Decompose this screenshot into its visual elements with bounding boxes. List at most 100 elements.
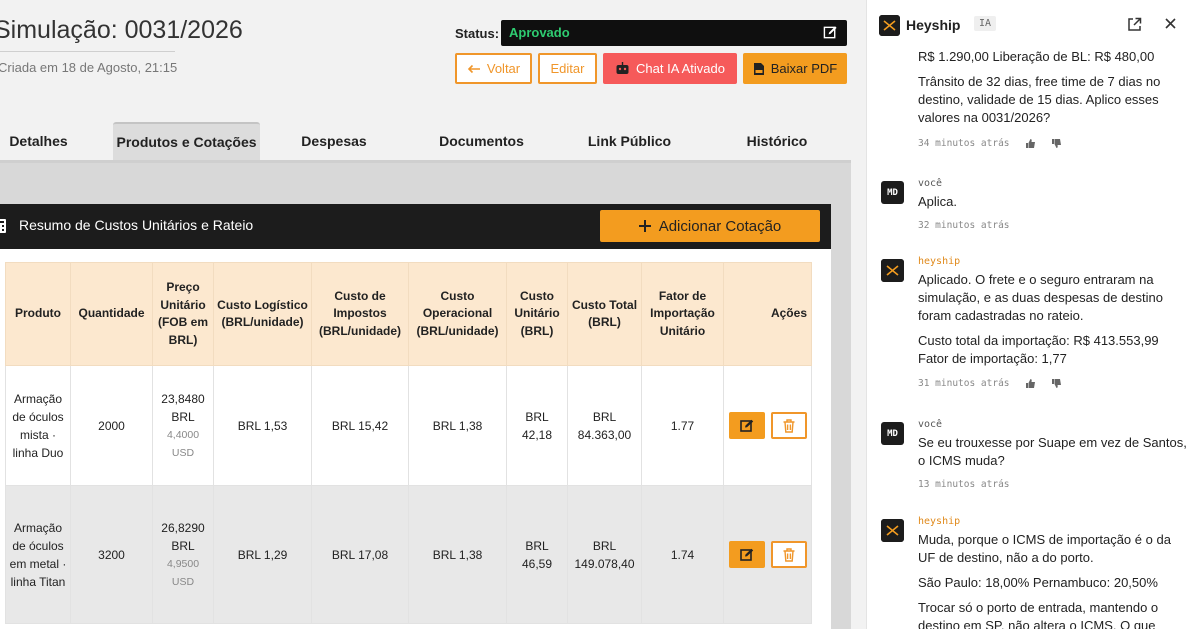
cell-actions (723, 365, 812, 486)
back-button-label: Voltar (486, 61, 521, 76)
thumbs-up-icon[interactable] (1025, 138, 1036, 149)
cell-product: Armação de óculos em metal · linha Titan (5, 485, 71, 624)
arrow-left-icon (467, 64, 480, 73)
tab-despesas[interactable]: Despesas (284, 122, 384, 160)
cell-actions (723, 485, 812, 624)
cell-quantity: 2000 (70, 365, 153, 486)
thumbs-up-icon[interactable] (1025, 378, 1036, 389)
delete-row-button[interactable] (770, 541, 807, 568)
unit-price-usd: 4,9500 USD (166, 557, 200, 588)
tab-produtos-cotacoes[interactable]: Produtos e Cotações (113, 122, 260, 160)
cell-operational-cost: BRL 1,38 (408, 485, 507, 624)
tab-detalhes[interactable]: Detalhes (0, 122, 77, 160)
tab-documentos[interactable]: Documentos (425, 122, 538, 160)
edit-status-icon[interactable] (823, 25, 838, 40)
table-header-row: Produto Quantidade Preço Unitário (FOB e… (5, 262, 812, 366)
message-body: Muda, porque o ICMS de importação é o da… (918, 531, 1187, 629)
chat-message: heyship Muda, porque o ICMS de importaçã… (881, 516, 1187, 629)
calculator-icon (0, 219, 6, 233)
message-author: você (918, 178, 943, 189)
download-pdf-button[interactable]: Baixar PDF (743, 53, 847, 84)
cell-import-factor: 1.74 (641, 485, 724, 624)
ai-chat-panel: Heyship IA R$ 1.290,00 Liberação de BL: … (866, 0, 1200, 629)
back-button[interactable]: Voltar (455, 53, 532, 84)
status-label: Status: (455, 26, 500, 41)
chat-message: R$ 1.290,00 Liberação de BL: R$ 480,00 T… (881, 48, 1187, 158)
column-header: Preço Unitário (FOB em BRL) (152, 262, 214, 366)
column-header: Produto (5, 262, 71, 366)
cell-product: Armação de óculos mista · linha Duo (5, 365, 71, 486)
cell-tax-cost: BRL 17,08 (311, 485, 409, 624)
column-header: Fator de Importação Unitário (641, 262, 724, 366)
column-header: Custo Logístico (BRL/unidade) (213, 262, 312, 366)
message-author: você (918, 419, 943, 430)
delete-row-button[interactable] (770, 412, 807, 439)
heyship-avatar-icon (881, 519, 904, 542)
message-body: Se eu trouxesse por Suape em vez de Sant… (918, 434, 1190, 477)
message-timestamp: 13 minutos atrás (918, 479, 1010, 490)
summary-panel-header: Resumo de Custos Unitários e Rateio Adic… (0, 204, 831, 249)
tab-bar: Detalhes Produtos e Cotações Despesas Do… (0, 122, 851, 163)
message-paragraph: Aplicado. O frete e o seguro entraram na… (918, 272, 1163, 323)
cell-unit-cost: BRL 42,18 (506, 365, 568, 486)
close-icon[interactable] (1164, 17, 1177, 30)
message-paragraph: Trocar só o porto de entrada, mantendo o… (918, 600, 1159, 629)
message-paragraph: Muda, porque o ICMS de importação é o da… (918, 532, 1171, 565)
chat-ai-button-label: Chat IA Ativado (636, 61, 725, 76)
chat-message: MD você Aplica. 32 minutos atrás (881, 178, 1187, 238)
status-value: Aprovado (509, 25, 570, 40)
table-row[interactable]: Armação de óculos em metal · linha Titan… (5, 485, 812, 624)
trash-icon (783, 547, 794, 562)
add-quote-button-label: Adicionar Cotação (658, 217, 782, 235)
pdf-file-icon (753, 62, 764, 75)
column-header: Custo de Impostos (BRL/unidade) (311, 262, 409, 366)
page-title: Simulação: 0031/2026 (0, 16, 243, 44)
chat-message: heyship Aplicado. O frete e o seguro ent… (881, 256, 1187, 396)
thumbs-down-icon[interactable] (1051, 378, 1062, 389)
cell-quantity: 3200 (70, 485, 153, 624)
column-header: Ações (723, 262, 812, 366)
message-paragraph: R$ 1.290,00 Liberação de BL: R$ 480,00 (918, 49, 1155, 64)
main-area: Simulação: 0031/2026 Criada em 18 de Ago… (0, 0, 866, 629)
message-author: heyship (918, 256, 961, 267)
tab-link-publico[interactable]: Link Público (573, 122, 686, 160)
table-row[interactable]: Armação de óculos mista · linha Duo 2000… (5, 365, 812, 486)
cost-summary-table: Produto Quantidade Preço Unitário (FOB e… (5, 262, 812, 624)
edit-button[interactable]: Editar (538, 53, 597, 84)
unit-price-brl: 26,8290 BRL (161, 520, 205, 553)
cell-unit-cost: BRL 46,59 (506, 485, 568, 624)
cell-operational-cost: BRL 1,38 (408, 365, 507, 486)
download-pdf-button-label: Baixar PDF (770, 61, 838, 76)
tab-historico[interactable]: Histórico (735, 122, 819, 160)
edit-icon (739, 419, 753, 432)
chat-message: MD você Se eu trouxesse por Suape em vez… (881, 419, 1187, 494)
external-link-icon[interactable] (1127, 17, 1142, 32)
message-body: R$ 1.290,00 Liberação de BL: R$ 480,00 T… (918, 48, 1190, 134)
heyship-logo-icon (879, 15, 900, 36)
robot-icon (616, 62, 629, 74)
status-field: Aprovado (501, 20, 847, 46)
column-header: Custo Total (BRL) (567, 262, 642, 366)
thumbs-down-icon[interactable] (1051, 138, 1062, 149)
column-header: Quantidade (70, 262, 153, 366)
message-timestamp: 31 minutos atrás (918, 378, 1010, 389)
message-paragraph: Trânsito de 32 dias, free time de 7 dias… (918, 74, 1161, 125)
message-paragraph: Custo total da importação: R$ 413.553,99… (918, 333, 1159, 366)
edit-row-button[interactable] (728, 541, 765, 568)
chat-ai-button[interactable]: Chat IA Ativado (603, 53, 737, 84)
user-avatar: MD (881, 422, 904, 445)
cell-unit-price: 23,8480 BRL 4,4000 USD (152, 365, 214, 486)
unit-price-usd: 4,4000 USD (166, 428, 200, 459)
message-paragraph: Se eu trouxesse por Suape em vez de Sant… (918, 435, 1187, 468)
trash-icon (783, 418, 794, 433)
message-body: Aplica. (918, 193, 1190, 218)
ai-badge: IA (974, 16, 997, 31)
cell-total-cost: BRL 149.078,40 (567, 485, 642, 624)
edit-row-button[interactable] (728, 412, 765, 439)
message-paragraph: São Paulo: 18,00% Pernambuco: 20,50% (918, 575, 1158, 590)
edit-icon (739, 548, 753, 561)
add-quote-button[interactable]: Adicionar Cotação (600, 210, 820, 242)
message-body: Aplicado. O frete e o seguro entraram na… (918, 271, 1190, 375)
unit-price-brl: 23,8480 BRL (161, 391, 205, 424)
plus-icon (638, 220, 651, 232)
